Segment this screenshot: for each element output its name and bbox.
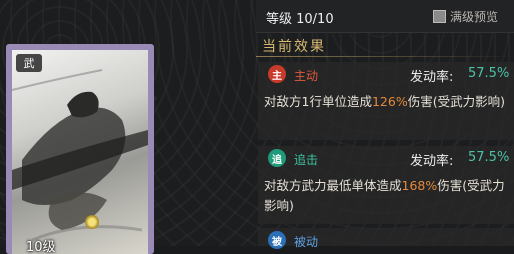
skill-type-label: 被动 bbox=[294, 235, 319, 249]
desc-value: 168% bbox=[401, 178, 438, 193]
skill-description: 对敌方1行单位造成126%伤害(受武力影响) bbox=[264, 92, 512, 112]
warrior-portrait bbox=[12, 69, 148, 242]
card-art-frame: 武 10级 bbox=[12, 50, 148, 254]
general-card[interactable]: 武 10级 bbox=[6, 44, 154, 254]
quality-gem-icon bbox=[85, 215, 99, 229]
desc-text: 对敌方1行单位造成 bbox=[264, 94, 372, 109]
skill-header: 主 主动 发动率: 57.5% bbox=[258, 62, 514, 86]
card-level-label: 10级 bbox=[26, 240, 56, 254]
passive-skill-icon: 被 bbox=[268, 231, 286, 249]
skill-entry-passive[interactable]: 被 被动 bbox=[258, 228, 514, 249]
skill-description: 对敌方武力最低单体造成168%伤害(受武力影响) bbox=[264, 176, 512, 216]
full-level-preview-toggle[interactable]: 满级预览 bbox=[433, 8, 498, 25]
section-title: 当前效果 bbox=[262, 39, 326, 55]
trigger-rate-value: 57.5% bbox=[468, 66, 510, 81]
skill-type-label: 追击 bbox=[294, 153, 319, 167]
pursuit-skill-icon: 追 bbox=[268, 149, 286, 167]
skill-entry-pursuit[interactable]: 追 追击 发动率: 57.5% 对敌方武力最低单体造成168%伤害(受武力影响) bbox=[258, 146, 514, 224]
faction-badge: 武 bbox=[16, 54, 42, 72]
skill-header: 被 被动 bbox=[258, 228, 514, 252]
skill-header: 追 追击 发动率: 57.5% bbox=[258, 146, 514, 170]
desc-value: 126% bbox=[371, 94, 408, 109]
full-preview-label: 满级预览 bbox=[450, 10, 499, 24]
checkbox-icon[interactable] bbox=[433, 10, 446, 23]
desc-text: 伤害(受武力影响) bbox=[407, 94, 505, 109]
skill-type-label: 主动 bbox=[294, 69, 319, 83]
section-divider bbox=[256, 56, 514, 57]
trigger-rate-value: 57.5% bbox=[468, 150, 510, 165]
active-skill-icon: 主 bbox=[268, 65, 286, 83]
desc-text: 对敌方武力最低单体造成 bbox=[264, 178, 402, 193]
trigger-rate-label: 发动率: bbox=[410, 70, 454, 85]
faction-label: 武 bbox=[23, 57, 35, 70]
level-text: 等级 10/10 bbox=[266, 12, 334, 27]
skill-entry-active[interactable]: 主 主动 发动率: 57.5% 对敌方1行单位造成126%伤害(受武力影响) bbox=[258, 62, 514, 140]
trigger-rate-label: 发动率: bbox=[410, 154, 454, 169]
